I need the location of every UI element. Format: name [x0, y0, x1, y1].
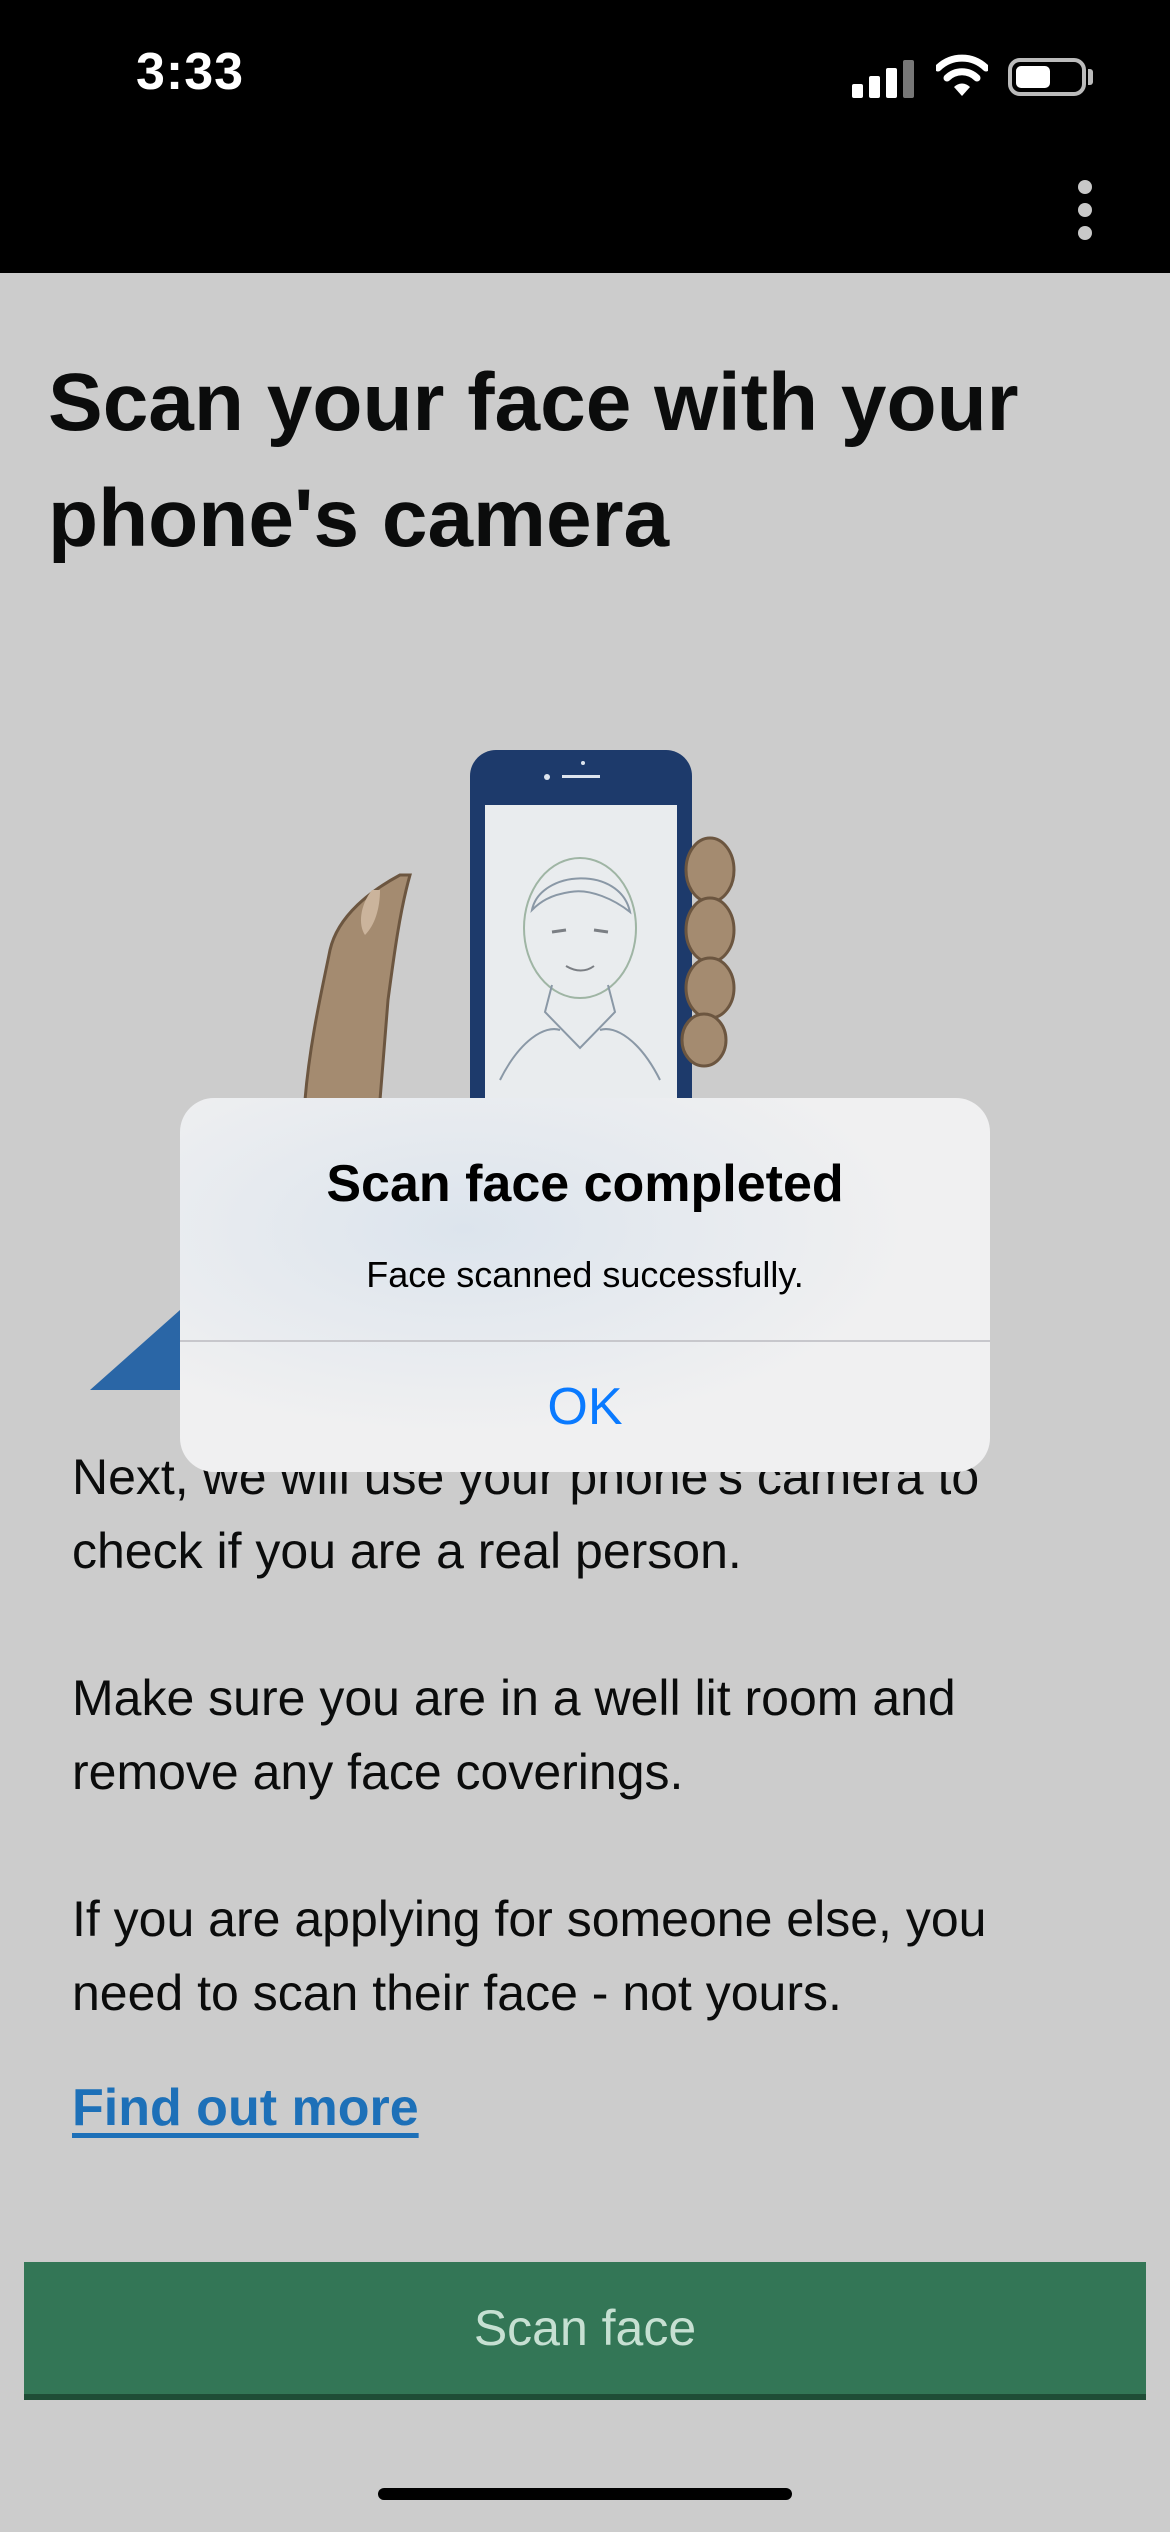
scan-complete-alert: Scan face completed Face scanned success… — [180, 1098, 990, 1472]
cellular-signal-icon — [852, 58, 914, 98]
battery-tip — [1088, 69, 1093, 85]
status-bar: 3:33 — [0, 0, 1170, 273]
alert-title: Scan face completed — [326, 1155, 844, 1213]
scan-face-button[interactable]: Scan face — [24, 2262, 1146, 2400]
instruction-paragraph-2: Make sure you are in a well lit room and… — [72, 1670, 956, 1800]
more-options-icon[interactable] — [1070, 180, 1100, 240]
alert-ok-button[interactable]: OK — [180, 1342, 990, 1472]
status-time: 3:33 — [136, 43, 245, 101]
home-indicator[interactable] — [378, 2488, 792, 2500]
wifi-icon — [936, 54, 988, 96]
find-out-more-link[interactable]: Find out more — [72, 2078, 419, 2138]
alert-message: Face scanned successfully. — [366, 1254, 804, 1295]
battery-icon — [1008, 58, 1086, 96]
page-title: Scan your face with your phone's camera — [48, 357, 1019, 564]
instruction-paragraph-3: If you are applying for someone else, yo… — [72, 1891, 987, 2021]
